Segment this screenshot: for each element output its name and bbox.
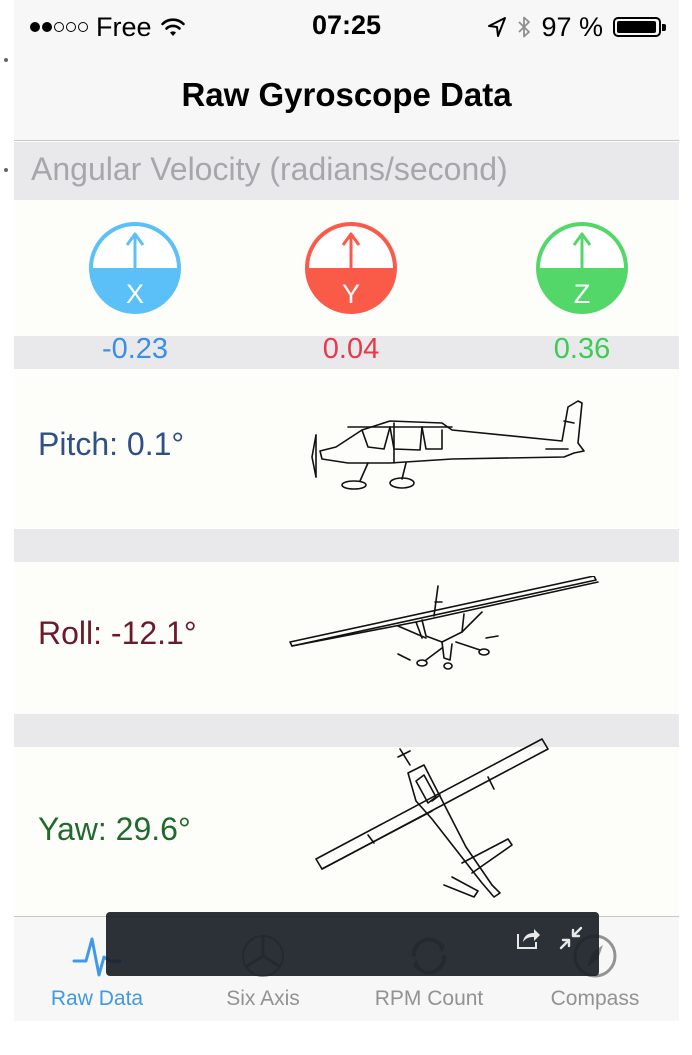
gauge-y-icon: Y [305,222,397,314]
tab-label: Six Axis [226,987,300,1010]
gauge-z-label: Z [574,279,591,309]
right-margin [679,0,692,1055]
tab-label: Raw Data [50,987,144,1010]
media-overlay[interactable] [106,912,599,976]
collapse-icon[interactable] [557,924,585,952]
tab-label: Compass [550,987,640,1010]
page-title: Raw Gyroscope Data [181,76,512,113]
status-right: 97 % [487,10,666,44]
bluetooth-icon [518,16,531,38]
pitch-label: Pitch: 0.1° [38,426,185,462]
tab-label: RPM Count [374,987,484,1010]
pitch-row: Pitch: 0.1° [14,369,679,529]
roll-label: Roll: -12.1° [38,615,197,651]
navigation-bar: Raw Gyroscope Data [14,54,679,141]
roll-row: Roll: -12.1° [14,562,679,714]
edge-mark-icon [4,58,8,62]
gauge-z-value: 0.36 [553,333,611,365]
bottom-margin [0,1021,692,1055]
location-arrow-icon [488,17,507,37]
left-margin [0,0,14,1055]
gauge-x-value: -0.23 [101,333,169,365]
gauge-y-value: 0.04 [322,333,380,365]
gauge-y-label: Y [342,279,360,309]
yaw-label: Yaw: 29.6° [38,811,191,847]
gauge-x-icon: X [89,222,181,314]
share-icon[interactable] [514,924,542,952]
edge-mark-icon [4,168,8,172]
airplane-front-view-icon [289,576,599,670]
status-bar: Free 07:25 97 % [14,0,679,54]
airplane-side-view-icon [311,400,585,490]
airplane-top-view-icon [315,738,549,898]
gauge-z-icon: Z [536,222,628,314]
gauge-x-label: X [126,279,144,309]
battery-icon [613,17,666,37]
section-header: Angular Velocity (radians/second) [14,142,679,200]
row-separator [14,529,679,562]
section-title: Angular Velocity (radians/second) [31,151,508,187]
battery-level [617,21,656,33]
app-screen: Free 07:25 97 % Raw Gyroscope Data Angul… [14,0,679,1055]
yaw-row: Yaw: 29.6° [14,738,679,917]
battery-percent: 97 % [541,11,603,42]
